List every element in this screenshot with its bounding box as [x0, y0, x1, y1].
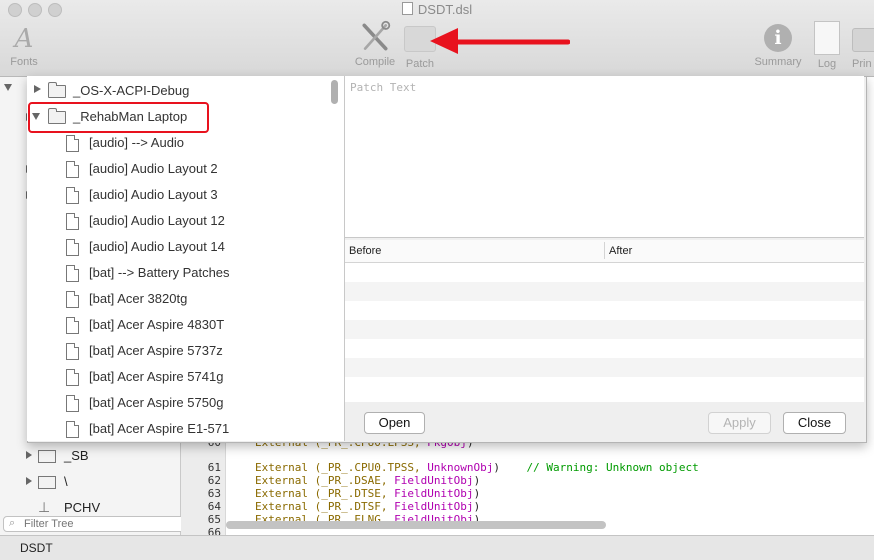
print-button[interactable]: Prin [846, 20, 874, 70]
patch-item[interactable]: [bat] Acer Aspire 4830T [27, 312, 344, 338]
wrench-screwdriver-icon [362, 20, 391, 51]
document-icon [66, 135, 79, 152]
close-button[interactable]: Close [783, 412, 846, 434]
horizontal-scrollbar[interactable] [226, 521, 606, 529]
fonts-button[interactable]: A Fonts [0, 20, 52, 68]
table-row [345, 282, 864, 301]
document-icon [66, 161, 79, 178]
document-icon [66, 421, 79, 438]
font-icon: A [14, 24, 34, 54]
patch-item[interactable]: [bat] Acer Aspire 5737z [27, 338, 344, 364]
method-icon: ⊥ [38, 499, 51, 515]
patch-item[interactable]: [audio] Audio Layout 3 [27, 182, 344, 208]
document-icon [66, 369, 79, 386]
document-icon [66, 343, 79, 360]
patch-folder[interactable]: _OS-X-ACPI-Debug [27, 78, 344, 104]
patch-item[interactable]: [bat] Acer Aspire E1-571 [27, 416, 344, 441]
patch-list-scrollbar[interactable] [331, 80, 338, 104]
table-header: Before After [345, 240, 864, 263]
folder-icon [38, 450, 56, 463]
status-bar: DSDT [0, 535, 874, 560]
patch-text-placeholder: Patch Text [350, 81, 417, 94]
column-header-before[interactable]: Before [349, 245, 381, 257]
printer-icon [852, 28, 874, 52]
highlight-box [28, 102, 209, 133]
document-icon [66, 291, 79, 308]
patch-item[interactable]: [audio] Audio Layout 14 [27, 234, 344, 260]
outline-item[interactable]: \ [0, 471, 180, 493]
patch-item[interactable]: [audio] Audio Layout 2 [27, 156, 344, 182]
patch-item[interactable]: [bat] Acer Aspire 5750g [27, 390, 344, 416]
document-icon [66, 213, 79, 230]
patch-item[interactable]: [bat] --> Battery Patches [27, 260, 344, 286]
table-row [345, 320, 864, 339]
code-line: External (_PR_.CPU0.TPSS, UnknownObj) //… [255, 461, 699, 474]
column-header-after[interactable]: After [609, 245, 632, 257]
document-icon [66, 395, 79, 412]
document-icon [66, 317, 79, 334]
folder-icon [38, 476, 56, 489]
patch-item[interactable]: [audio] --> Audio [27, 130, 344, 156]
disclosure-triangle-icon[interactable] [26, 451, 32, 459]
code-line: External (_PR_.DTSE, FieldUnitObj) [255, 487, 481, 500]
document-icon [66, 265, 79, 282]
patch-item[interactable]: [audio] Audio Layout 12 [27, 208, 344, 234]
search-icon: ⌕ [9, 517, 16, 529]
outline-item[interactable]: _SB [0, 445, 180, 467]
status-label: DSDT [20, 541, 53, 555]
document-icon [66, 239, 79, 256]
filter-tree-input[interactable] [3, 516, 190, 532]
window-title: DSDT.dsl [0, 2, 874, 17]
disclosure-triangle-icon[interactable] [34, 85, 41, 93]
patch-item[interactable]: [bat] Acer 3820tg [27, 286, 344, 312]
red-arrow-annotation [430, 28, 570, 54]
summary-button[interactable]: i Summary [750, 20, 806, 68]
document-icon [401, 2, 413, 15]
patch-text-area[interactable] [345, 76, 864, 238]
open-button[interactable]: Open [364, 412, 425, 434]
column-divider [604, 242, 605, 259]
code-line: External (_PR_.DTSF, FieldUnitObj) [255, 500, 481, 513]
patch-item[interactable]: [bat] Acer Aspire 5741g [27, 364, 344, 390]
code-line: External (_PR_.DSAE, FieldUnitObj) [255, 474, 481, 487]
folder-icon [48, 82, 66, 98]
outline-disclosure-down[interactable] [4, 84, 12, 91]
apply-button[interactable]: Apply [708, 412, 771, 434]
table-row [345, 358, 864, 377]
disclosure-triangle-icon[interactable] [26, 477, 32, 485]
log-page-icon [814, 21, 840, 55]
document-icon [66, 187, 79, 204]
info-icon: i [764, 24, 792, 52]
